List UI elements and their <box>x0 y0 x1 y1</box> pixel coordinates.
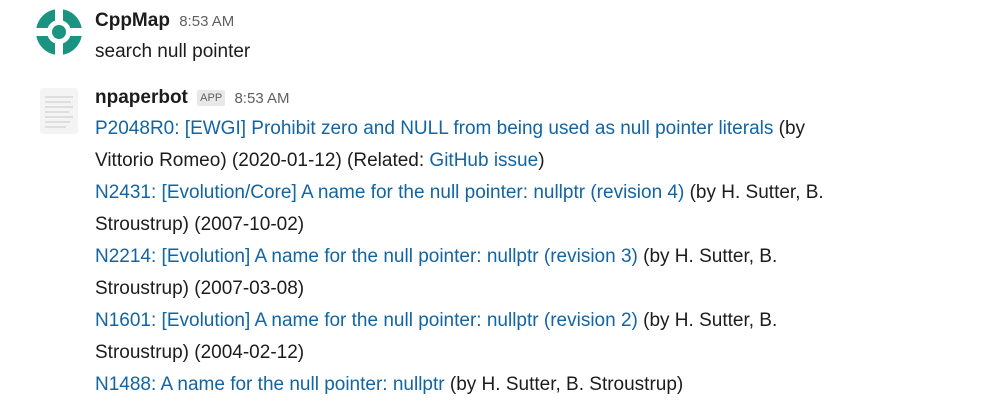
message-cppmap: CppMap 8:53 AM search null pointer <box>0 0 994 80</box>
result-meta-end: ) <box>538 150 545 171</box>
message-header: npaperbot APP 8:53 AM <box>95 86 984 111</box>
result-authors: (by H. Sutter, B. <box>637 246 778 267</box>
paper-link[interactable]: N2431: [Evolution/Core] A name for the n… <box>95 182 684 203</box>
timestamp[interactable]: 8:53 AM <box>234 90 289 107</box>
result-item-continued: Stroustrup) (2007-03-08) <box>95 278 305 299</box>
result-item-continued: Vittorio Romeo) (2020-01-12) (Related: G… <box>95 145 984 177</box>
result-item: N1601: [Evolution] A name for the null p… <box>95 305 984 337</box>
paper-link[interactable]: P2048R0: [EWGI] Prohibit zero and NULL f… <box>95 118 773 139</box>
message-text: search null pointer <box>95 41 251 62</box>
app-badge: APP <box>197 90 226 106</box>
result-authors: (by H. Sutter, B. <box>637 310 778 331</box>
paper-link[interactable]: N1488: A name for the null pointer: null… <box>95 374 445 395</box>
cppmap-logo-icon[interactable] <box>36 9 82 55</box>
result-item: N2431: [Evolution/Core] A name for the n… <box>95 177 984 209</box>
result-item: N1488: A name for the null pointer: null… <box>95 369 984 401</box>
result-authors: (by H. Sutter, B. Stroustrup) <box>444 374 684 395</box>
result-authors: (by <box>773 118 806 139</box>
result-item-continued: Stroustrup) (2004-02-12) <box>95 342 305 363</box>
result-authors: (by H. Sutter, B. <box>684 182 824 203</box>
github-issue-link[interactable]: GitHub issue <box>429 150 538 171</box>
message-header: CppMap 8:53 AM <box>95 9 984 34</box>
paper-link[interactable]: N2214: [Evolution] A name for the null p… <box>95 246 638 267</box>
result-list: P2048R0: [EWGI] Prohibit zero and NULL f… <box>95 113 984 401</box>
result-item-continued: Stroustrup) (2007-10-02) <box>95 214 305 235</box>
message-npaperbot: npaperbot APP 8:53 AM P2048R0: [EWGI] Pr… <box>0 86 994 417</box>
paper-link[interactable]: N1601: [Evolution] A name for the null p… <box>95 310 638 331</box>
timestamp[interactable]: 8:53 AM <box>179 13 234 30</box>
result-item: P2048R0: [EWGI] Prohibit zero and NULL f… <box>95 113 984 145</box>
author-name[interactable]: npaperbot <box>95 87 188 108</box>
author-name[interactable]: CppMap <box>95 10 170 31</box>
document-icon[interactable] <box>36 88 82 134</box>
result-item: N2214: [Evolution] A name for the null p… <box>95 241 984 273</box>
result-meta: Vittorio Romeo) (2020-01-12) (Related: <box>95 150 430 171</box>
